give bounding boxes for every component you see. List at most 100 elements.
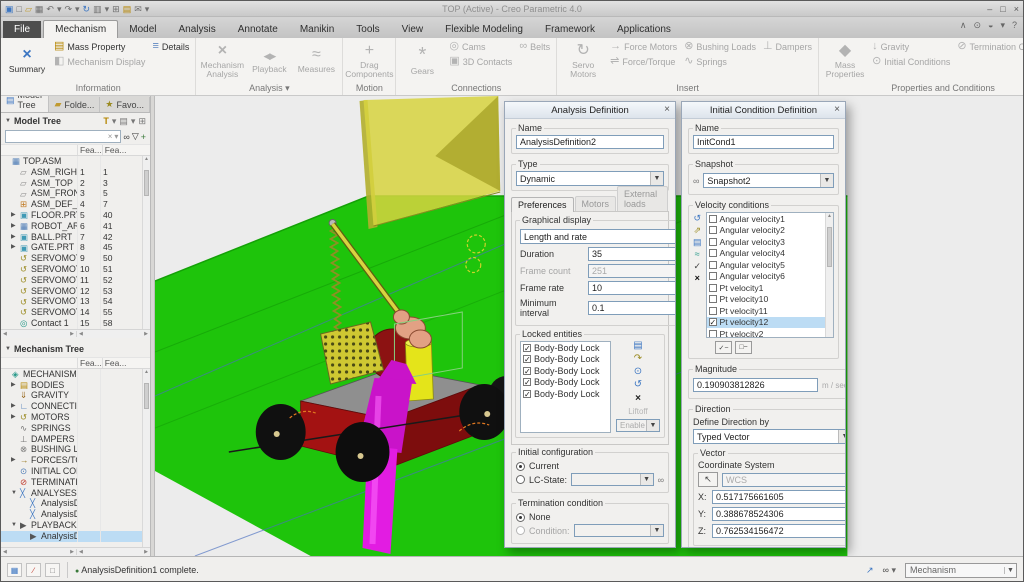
tree-expand-icon[interactable]: ▶ (11, 232, 18, 243)
checkbox[interactable] (709, 330, 717, 338)
close-button[interactable]: × (1014, 4, 1019, 14)
velocity-list-scrollbar[interactable]: ▲ (825, 213, 833, 337)
model-tree-row[interactable]: SERVOMOTOR4 12 53 (1, 286, 142, 297)
quick-access-icon[interactable] (134, 3, 142, 15)
locked-entity-row[interactable]: Body-Body Lock (521, 342, 610, 354)
model-tree-row[interactable]: ASM_DEF_CSY 4 7 (1, 199, 142, 210)
tree-expand-icon[interactable]: ▶ (11, 455, 18, 466)
ribbon-button[interactable]: Initial Conditions (869, 54, 953, 69)
tab-favorites[interactable]: Favo... (100, 97, 150, 112)
duration-input[interactable] (588, 247, 675, 261)
annotate-button[interactable] (26, 563, 41, 577)
vector-z-input[interactable] (712, 524, 845, 538)
model-tree-row[interactable]: ▶ROBOT_ARM 6 41 (1, 221, 142, 232)
tree-toolbar-icon[interactable] (119, 116, 128, 127)
checkbox[interactable] (709, 226, 717, 234)
point-velocity-icon[interactable] (693, 226, 701, 235)
quick-access-icon[interactable] (64, 3, 72, 15)
ribbon-tab[interactable]: Mechanism (43, 20, 118, 38)
ribbon-tab[interactable]: Tools (345, 21, 390, 38)
checkbox[interactable] (709, 318, 717, 326)
disable-connection-icon[interactable] (634, 380, 642, 390)
ribbon-button[interactable]: Drag Components (346, 39, 392, 82)
collapse-icon[interactable]: ▼ (5, 346, 11, 352)
radio-none[interactable] (516, 513, 525, 522)
clipboard-button[interactable] (45, 563, 60, 577)
tree-toolbar-icon[interactable] (103, 116, 109, 127)
search-icon[interactable] (123, 132, 129, 142)
locked-entities-list[interactable]: Body-Body LockBody-Body LockBody-Body Lo… (520, 341, 611, 433)
locked-entity-row[interactable]: Body-Body Lock (521, 365, 610, 377)
quick-access-icon[interactable] (75, 3, 80, 15)
model-tree-hscrollbar[interactable]: ◀▶◀▶ (1, 329, 150, 338)
column-header[interactable]: Fea... (77, 145, 102, 155)
ribbon-tab[interactable]: View (391, 21, 435, 38)
locked-entity-row[interactable]: Body-Body Lock (521, 388, 610, 400)
model-tree-row[interactable]: SERVOMOTOR3 11 52 (1, 275, 142, 286)
quick-access-icon[interactable] (83, 3, 91, 15)
resume-icon[interactable] (866, 565, 874, 576)
mechanism-tree-row[interactable]: GRAVITY (1, 390, 142, 401)
model-tree-row[interactable]: SERVOMOTOR1 9 50 (1, 253, 142, 264)
model-tree-row[interactable]: ▶FLOOR.PRT 5 40 (1, 210, 142, 221)
ribbon-button[interactable]: Measures (293, 39, 339, 82)
ribbon-button[interactable]: Gravity (869, 39, 953, 54)
filter-icon[interactable] (132, 131, 139, 142)
column-header[interactable]: Fea... (77, 358, 102, 368)
quick-access-icon[interactable] (35, 3, 44, 15)
tabrow-icon[interactable] (1012, 20, 1017, 31)
checkbox[interactable] (523, 378, 531, 386)
checkbox[interactable] (709, 261, 717, 269)
snapshot-select[interactable]: Snapshot2▼ (703, 173, 834, 188)
ribbon-button[interactable]: Cams (446, 39, 515, 54)
ribbon-tab[interactable]: Annotate (227, 21, 289, 38)
ribbon-button[interactable]: Springs (681, 54, 759, 69)
locked-entity-row[interactable]: Body-Body Lock (521, 354, 610, 366)
velocity-condition-row[interactable]: Angular velocity1 (707, 213, 825, 225)
quick-access-icon[interactable] (57, 3, 62, 15)
tree-expand-icon[interactable]: ▶ (11, 242, 18, 253)
search-icon[interactable] (883, 565, 889, 575)
checkbox[interactable] (523, 367, 531, 375)
velocity-condition-row[interactable]: Angular velocity4 (707, 248, 825, 260)
maximize-button[interactable]: □ (1000, 4, 1005, 14)
tab-external-loads[interactable]: External loads (617, 186, 668, 211)
tree-expand-icon[interactable]: ▶ (11, 380, 18, 391)
tabrow-icon[interactable] (960, 20, 967, 31)
velocity-condition-row[interactable]: Angular velocity5 (707, 259, 825, 271)
chevron-down-icon[interactable] (114, 132, 118, 141)
tree-expand-icon[interactable]: ▼ (11, 520, 18, 531)
mechanism-tree-row[interactable]: DAMPERS (1, 434, 142, 445)
collapse-icon[interactable]: ▼ (5, 118, 11, 124)
search-input[interactable] (5, 130, 121, 143)
checkbox[interactable] (709, 295, 717, 303)
locked-entity-row[interactable]: Body-Body Lock (521, 377, 610, 389)
lock-connection-icon[interactable] (634, 354, 642, 364)
initcond-name-input[interactable] (693, 135, 834, 149)
ribbon-button[interactable]: Playback (246, 39, 292, 82)
checkbox[interactable] (523, 344, 531, 352)
type-select[interactable]: Dynamic▼ (516, 171, 664, 186)
checkbox[interactable] (709, 238, 717, 246)
quick-access-icon[interactable] (123, 3, 132, 15)
slot-velocity-icon[interactable] (695, 250, 700, 259)
ribbon-button[interactable]: Servo Motors (560, 39, 606, 82)
mechanism-tree-row[interactable]: BUSHING LOADS (1, 444, 142, 455)
add-icon[interactable] (141, 132, 146, 142)
mechanism-tree-row[interactable]: INITIAL CONDITIONS (1, 466, 142, 477)
evaluate-icon[interactable] (693, 262, 701, 271)
model-tree-row[interactable]: TOP.ASM (1, 156, 142, 167)
mechanism-tree-row[interactable]: AnalysisDefinition2 (1, 509, 142, 520)
quick-access-icon[interactable] (112, 3, 120, 15)
ribbon-button[interactable]: Mass Property (51, 39, 148, 54)
velocity-condition-row[interactable]: Pt velocity2 (707, 328, 825, 338)
model-tree-row[interactable]: ASM_TOP 2 3 (1, 178, 142, 189)
quick-access-icon[interactable] (105, 3, 110, 15)
radio-current[interactable] (516, 462, 525, 471)
checkbox[interactable] (709, 307, 717, 315)
close-icon[interactable]: × (664, 104, 670, 115)
body-velocity-icon[interactable] (693, 238, 702, 247)
mechanism-tree-row[interactable]: ▶BODIES (1, 380, 142, 391)
checkbox[interactable] (523, 355, 531, 363)
model-tree-row[interactable]: ▶BALL.PRT 7 42 (1, 232, 142, 243)
